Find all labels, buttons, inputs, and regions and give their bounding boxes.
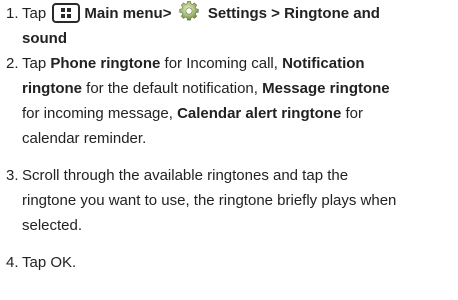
step-3-text-1: Scroll through the available ringtones a… — [22, 167, 349, 184]
step-2-line-4: calendar reminder. — [6, 126, 454, 151]
step-2-text-2: for the default notification, — [86, 80, 258, 97]
step-2-line-1: 2. Tap Phone ringtone for Incoming call, … — [6, 51, 454, 76]
main-menu-label: Main menu> — [84, 5, 172, 22]
step-2-line-3: for incoming message, Calendar alert rin… — [6, 101, 454, 126]
step-2-number: 2. — [6, 55, 19, 72]
main-menu-icon — [52, 3, 81, 23]
step-2-tap: Tap — [22, 55, 47, 72]
step-4-number: 4. — [6, 254, 19, 271]
step-1-tap: Tap — [22, 5, 47, 22]
step-4: 4. Tap OK. — [6, 250, 454, 275]
step-3-text-3: selected. — [22, 217, 83, 234]
phone-ringtone-label: Phone ringtone — [50, 55, 161, 72]
step-4-line-1: 4. Tap OK. — [6, 250, 454, 275]
step-3-line-3: selected. — [6, 213, 454, 238]
step-1-line-1: 1. Tap Main menu> Settings > Ringtone and — [6, 0, 454, 26]
step-3-text-2: ringtone you want to use, the ringtone b… — [22, 192, 397, 209]
step-4-text: Tap OK. — [22, 254, 77, 271]
notification-label: Notification — [282, 55, 365, 72]
step-2-text-4: for — [345, 105, 363, 122]
step-1-number: 1. — [6, 5, 19, 22]
calendar-alert-ringtone-label: Calendar alert ringtone — [177, 105, 342, 122]
step-1-line-2: sound — [6, 26, 454, 51]
settings-gear-icon — [179, 1, 199, 21]
instruction-document: 1. Tap Main menu> Settings > Ringtone and… — [0, 0, 458, 300]
message-ringtone-label: Message ringtone — [262, 80, 390, 97]
step-3-line-2: ringtone you want to use, the ringtone b… — [6, 188, 454, 213]
step-2-line-2: ringtone for the default notification, M… — [6, 76, 454, 101]
step-3: 3. Scroll through the available ringtones… — [6, 163, 454, 238]
step-2: 2. Tap Phone ringtone for Incoming call, … — [6, 51, 454, 151]
step-3-number: 3. — [6, 167, 19, 184]
sound-label: sound — [22, 30, 67, 47]
step-2-text-1: for Incoming call, — [164, 55, 278, 72]
step-2-text-5: calendar reminder. — [22, 130, 147, 147]
notification-ringtone-word: ringtone — [22, 80, 82, 97]
settings-path: Settings > Ringtone and — [207, 5, 380, 22]
step-1: 1. Tap Main menu> Settings > Ringtone and… — [6, 0, 454, 51]
step-3-line-1: 3. Scroll through the available ringtones… — [6, 163, 454, 188]
step-2-text-3: for incoming message, — [22, 105, 173, 122]
